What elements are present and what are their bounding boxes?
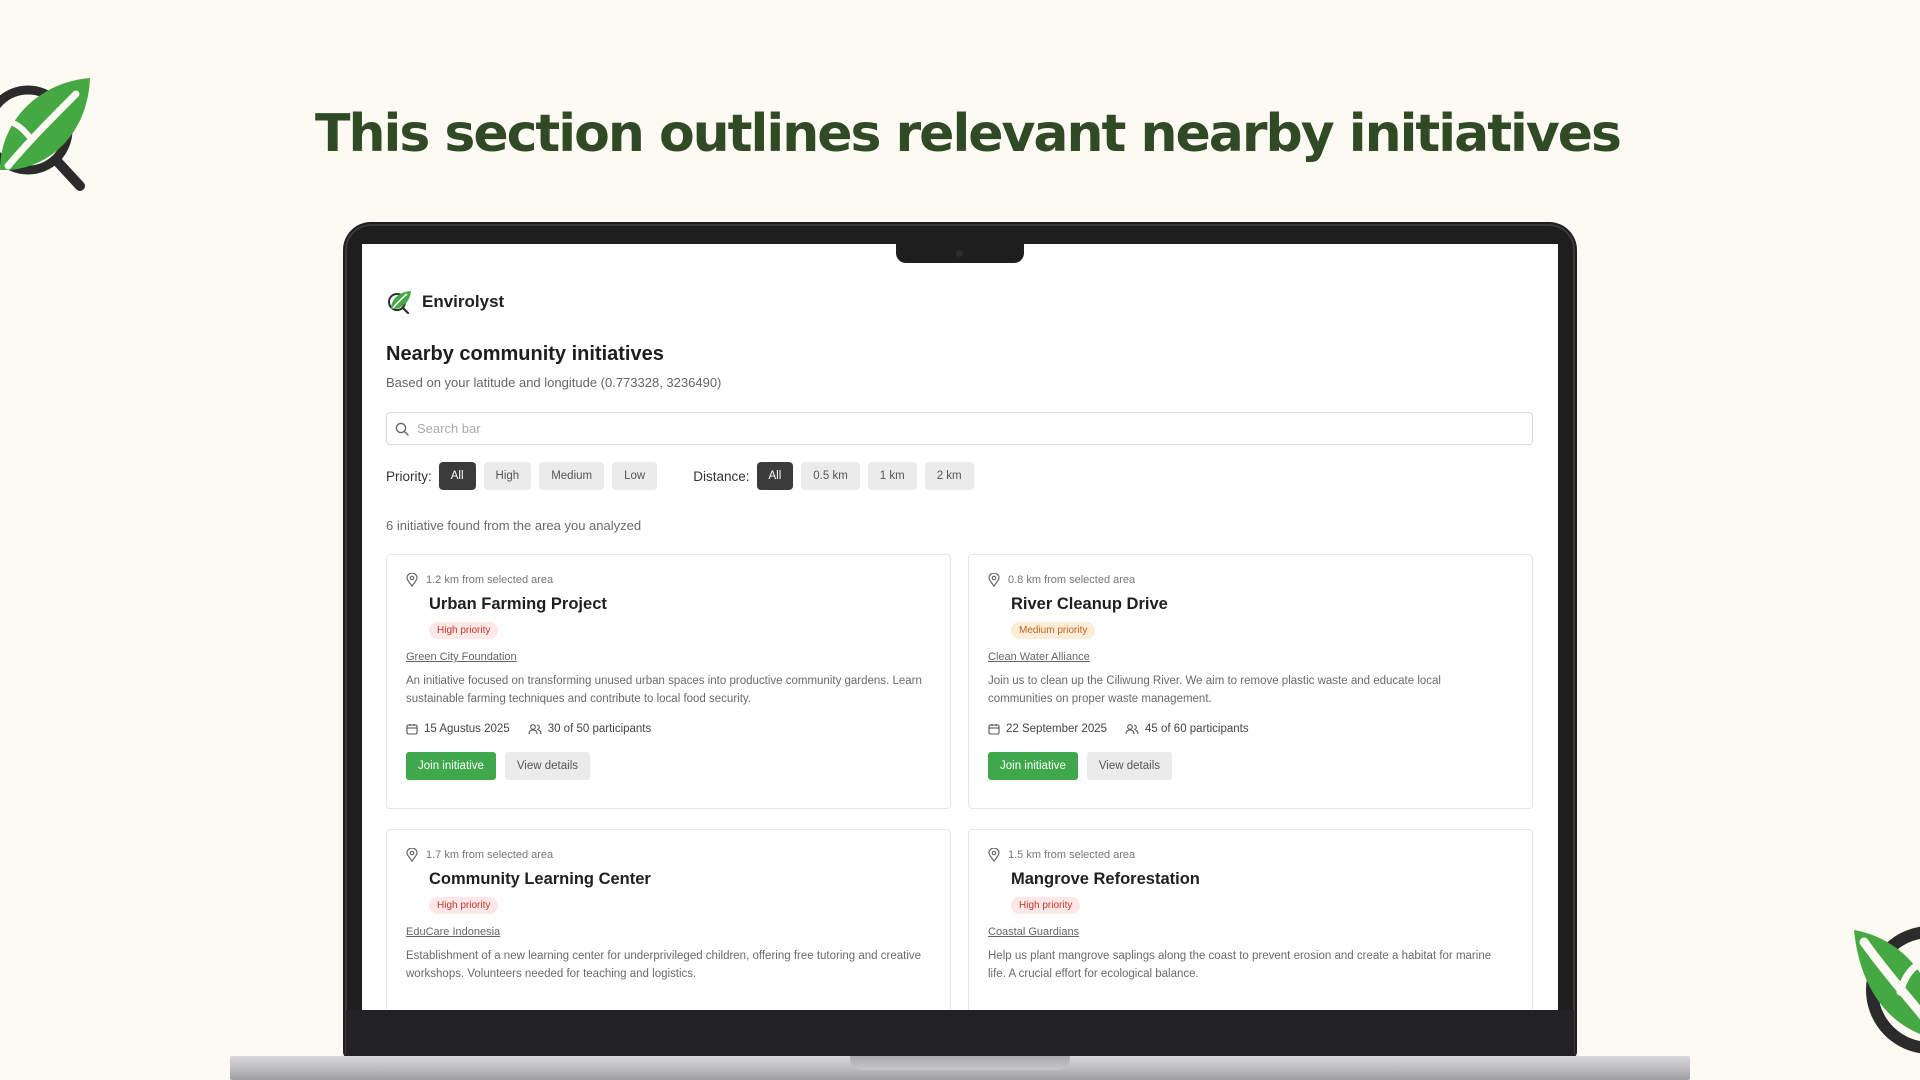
initiative-distance: 1.2 km from selected area: [426, 574, 554, 586]
brand-name: Envirolyst: [422, 292, 505, 311]
join-initiative-button[interactable]: Join initiative: [988, 752, 1078, 780]
users-icon: [1125, 724, 1139, 735]
laptop-base-notch: [850, 1056, 1070, 1070]
priority-chip-high[interactable]: High: [483, 462, 532, 490]
initiative-title: Community Learning Center: [429, 870, 651, 888]
priority-badge: Medium priority: [1011, 622, 1096, 639]
initiative-description: Establishment of a new learning center f…: [406, 950, 922, 980]
initiative-card[interactable]: 0.8 km from selected area River Cleanup …: [968, 554, 1533, 809]
page-title: Nearby community initiatives: [386, 343, 664, 365]
initiative-title: Urban Farming Project: [429, 595, 607, 613]
users-icon: [528, 724, 542, 735]
location-pin-icon: [406, 848, 418, 862]
view-details-button[interactable]: View details: [504, 752, 590, 780]
distance-chip-all[interactable]: All: [756, 462, 794, 490]
search-input[interactable]: [417, 421, 1517, 436]
priority-chip-medium[interactable]: Medium: [539, 462, 605, 490]
calendar-icon: [988, 724, 1000, 735]
distance-chip-2km[interactable]: 2 km: [924, 462, 974, 490]
leaf-search-logo-icon: [388, 291, 411, 314]
initiative-distance: 1.7 km from selected area: [426, 849, 554, 861]
view-details-button[interactable]: View details: [1086, 752, 1172, 780]
initiative-date: 15 Agustus 2025: [424, 723, 510, 735]
initiative-distance: 1.5 km from selected area: [1008, 849, 1136, 861]
join-initiative-button[interactable]: Join initiative: [406, 752, 496, 780]
priority-badge: High priority: [429, 897, 499, 914]
organization-link[interactable]: EduCare Indonesia: [406, 926, 931, 938]
laptop-bezel: [346, 1010, 1574, 1056]
leaf-search-logo-icon: [1854, 926, 1920, 1054]
distance-chip-1km[interactable]: 1 km: [867, 462, 917, 490]
search-bar[interactable]: [386, 412, 1533, 445]
initiative-description: An initiative focused on transforming un…: [406, 675, 922, 705]
initiative-title: Mangrove Reforestation: [1011, 870, 1200, 888]
initiative-description: Join us to clean up the Ciliwung River. …: [988, 675, 1441, 705]
initiative-participants: 45 of 60 participants: [1145, 723, 1249, 735]
initiative-description: Help us plant mangrove saplings along th…: [988, 950, 1492, 980]
camera-notch: [896, 244, 1024, 263]
location-pin-icon: [988, 573, 1000, 587]
priority-badge: High priority: [1011, 897, 1081, 914]
priority-chip-low[interactable]: Low: [612, 462, 658, 490]
result-count: 6 initiative found from the area you ana…: [386, 518, 642, 533]
search-icon: [395, 422, 409, 436]
location-pin-icon: [988, 848, 1000, 862]
initiative-card[interactable]: 1.7 km from selected area Community Lear…: [386, 829, 951, 1010]
initiative-participants: 30 of 50 participants: [547, 723, 652, 735]
initiative-title: River Cleanup Drive: [1011, 595, 1168, 613]
leaf-search-logo-icon: [0, 78, 90, 191]
organization-link[interactable]: Clean Water Alliance: [988, 651, 1513, 663]
organization-link[interactable]: Coastal Guardians: [988, 926, 1513, 938]
priority-filter-label: Priority:: [386, 468, 432, 484]
calendar-icon: [406, 724, 418, 735]
initiative-distance: 0.8 km from selected area: [1008, 574, 1136, 586]
filter-bar: Priority: All High Medium Low Distance: …: [386, 462, 982, 490]
priority-chip-all[interactable]: All: [438, 462, 476, 490]
initiative-date: 22 September 2025: [1006, 723, 1108, 735]
app-screen: Envirolyst Nearby community initiatives …: [362, 244, 1558, 1010]
headline: This section outlines relevant nearby in…: [315, 104, 1622, 164]
distance-filter-label: Distance:: [693, 468, 750, 484]
brand: Envirolyst: [386, 290, 504, 314]
initiative-card[interactable]: 1.2 km from selected area Urban Farming …: [386, 554, 951, 809]
organization-link[interactable]: Green City Foundation: [406, 651, 931, 663]
initiative-card[interactable]: 1.5 km from selected area Mangrove Refor…: [968, 829, 1533, 1010]
location-subtitle: Based on your latitude and longitude (0.…: [386, 375, 722, 390]
location-pin-icon: [406, 573, 418, 587]
priority-badge: High priority: [429, 622, 499, 639]
distance-chip-0-5km[interactable]: 0.5 km: [801, 462, 860, 490]
